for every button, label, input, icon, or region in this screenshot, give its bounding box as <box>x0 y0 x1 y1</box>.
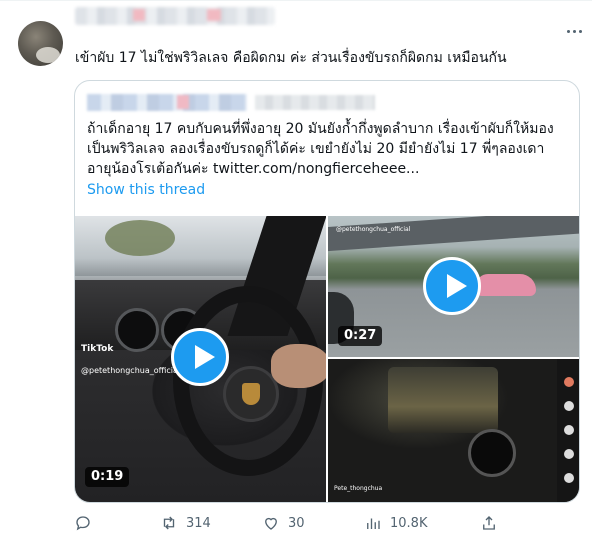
speedometer-icon <box>468 429 516 477</box>
quoted-tweet[interactable]: ถ้าเด็กอายุ 17 คบกับคนที่พึ่งอายุ 20 มัน… <box>74 80 580 503</box>
show-thread-link[interactable]: Show this thread <box>87 182 205 198</box>
reply-button[interactable] <box>74 512 92 534</box>
tiktok-username: Pete_thongchua <box>334 485 383 492</box>
tiktok-handle: @petethongchua_official <box>336 226 411 233</box>
more-options-icon[interactable] <box>563 23 585 39</box>
bookmark-icon <box>564 449 574 459</box>
views-button[interactable]: 10.8K <box>364 512 427 534</box>
share-button[interactable] <box>480 512 498 534</box>
quoted-text-line: อายุน้องโรเต้อกันค่ะ twitter.com/nongfie… <box>87 161 420 177</box>
image-thumbnail-night-drive[interactable]: Pete_thongchua <box>328 359 579 502</box>
retweet-icon <box>163 516 175 530</box>
scene-hand <box>271 344 326 388</box>
action-bar: 314 30 10.8K <box>74 512 574 534</box>
like-count: 30 <box>288 515 305 531</box>
media-grid: TikTok @petethongchua_official 0:19 @pet… <box>75 216 579 502</box>
tiktok-handle: @petethongchua_official <box>81 366 181 375</box>
share-icon <box>483 516 495 530</box>
porsche-crest-icon <box>223 366 279 422</box>
tiktok-side-actions <box>557 359 579 502</box>
scene-pink-car <box>476 274 536 296</box>
tweet-text: เข้าผับ 17 ไม่ใช่พริวิลเลจ คือผิดกม ค่ะ … <box>75 50 507 66</box>
video-thumbnail-pink-car[interactable]: @petethongchua_official 0:27 <box>328 216 579 357</box>
blur-mark <box>177 95 189 109</box>
retweet-count: 314 <box>186 515 211 531</box>
like-button[interactable]: 30 <box>262 512 305 534</box>
heart-icon <box>265 517 277 530</box>
blur-mark <box>133 9 145 21</box>
view-count: 10.8K <box>390 515 428 531</box>
avatar-icon <box>564 377 574 387</box>
video-duration: 0:19 <box>85 467 130 487</box>
views-icon <box>367 518 380 529</box>
quoted-text-line: ถ้าเด็กอายุ 17 คบกับคนที่พึ่งอายุ 20 มัน… <box>87 121 554 137</box>
tweet: เข้าผับ 17 ไม่ใช่พริวิลเลจ คือผิดกม ค่ะ … <box>0 0 592 544</box>
video-duration: 0:27 <box>338 326 383 346</box>
gauge-icon <box>115 308 159 352</box>
tiktok-logo: TikTok <box>81 344 114 354</box>
share-icon <box>564 473 574 483</box>
quoted-author-handle-blurred <box>255 95 375 110</box>
blur-mark <box>207 9 221 21</box>
author-name-blurred[interactable] <box>75 7 275 25</box>
quoted-author-name-blurred <box>87 94 247 111</box>
avatar[interactable] <box>18 21 63 66</box>
quoted-tweet-text: ถ้าเด็กอายุ 17 คบกับคนที่พึ่งอายุ 20 มัน… <box>87 119 577 179</box>
play-icon[interactable] <box>423 257 481 315</box>
video-thumbnail-steering-wheel[interactable]: TikTok @petethongchua_official 0:19 <box>75 216 326 502</box>
reply-icon <box>76 516 90 531</box>
quoted-text-line: เป็นพริวิลเลจ ลองเรื่องขับรถดูก็ได้ค่ะ เ… <box>87 141 545 157</box>
scene-overpass <box>328 216 579 252</box>
comment-icon <box>564 425 574 435</box>
scene-windshield <box>388 367 498 433</box>
retweet-button[interactable]: 314 <box>160 512 211 534</box>
play-icon[interactable] <box>171 328 229 386</box>
heart-icon <box>564 401 574 411</box>
scene-tree <box>105 220 175 256</box>
